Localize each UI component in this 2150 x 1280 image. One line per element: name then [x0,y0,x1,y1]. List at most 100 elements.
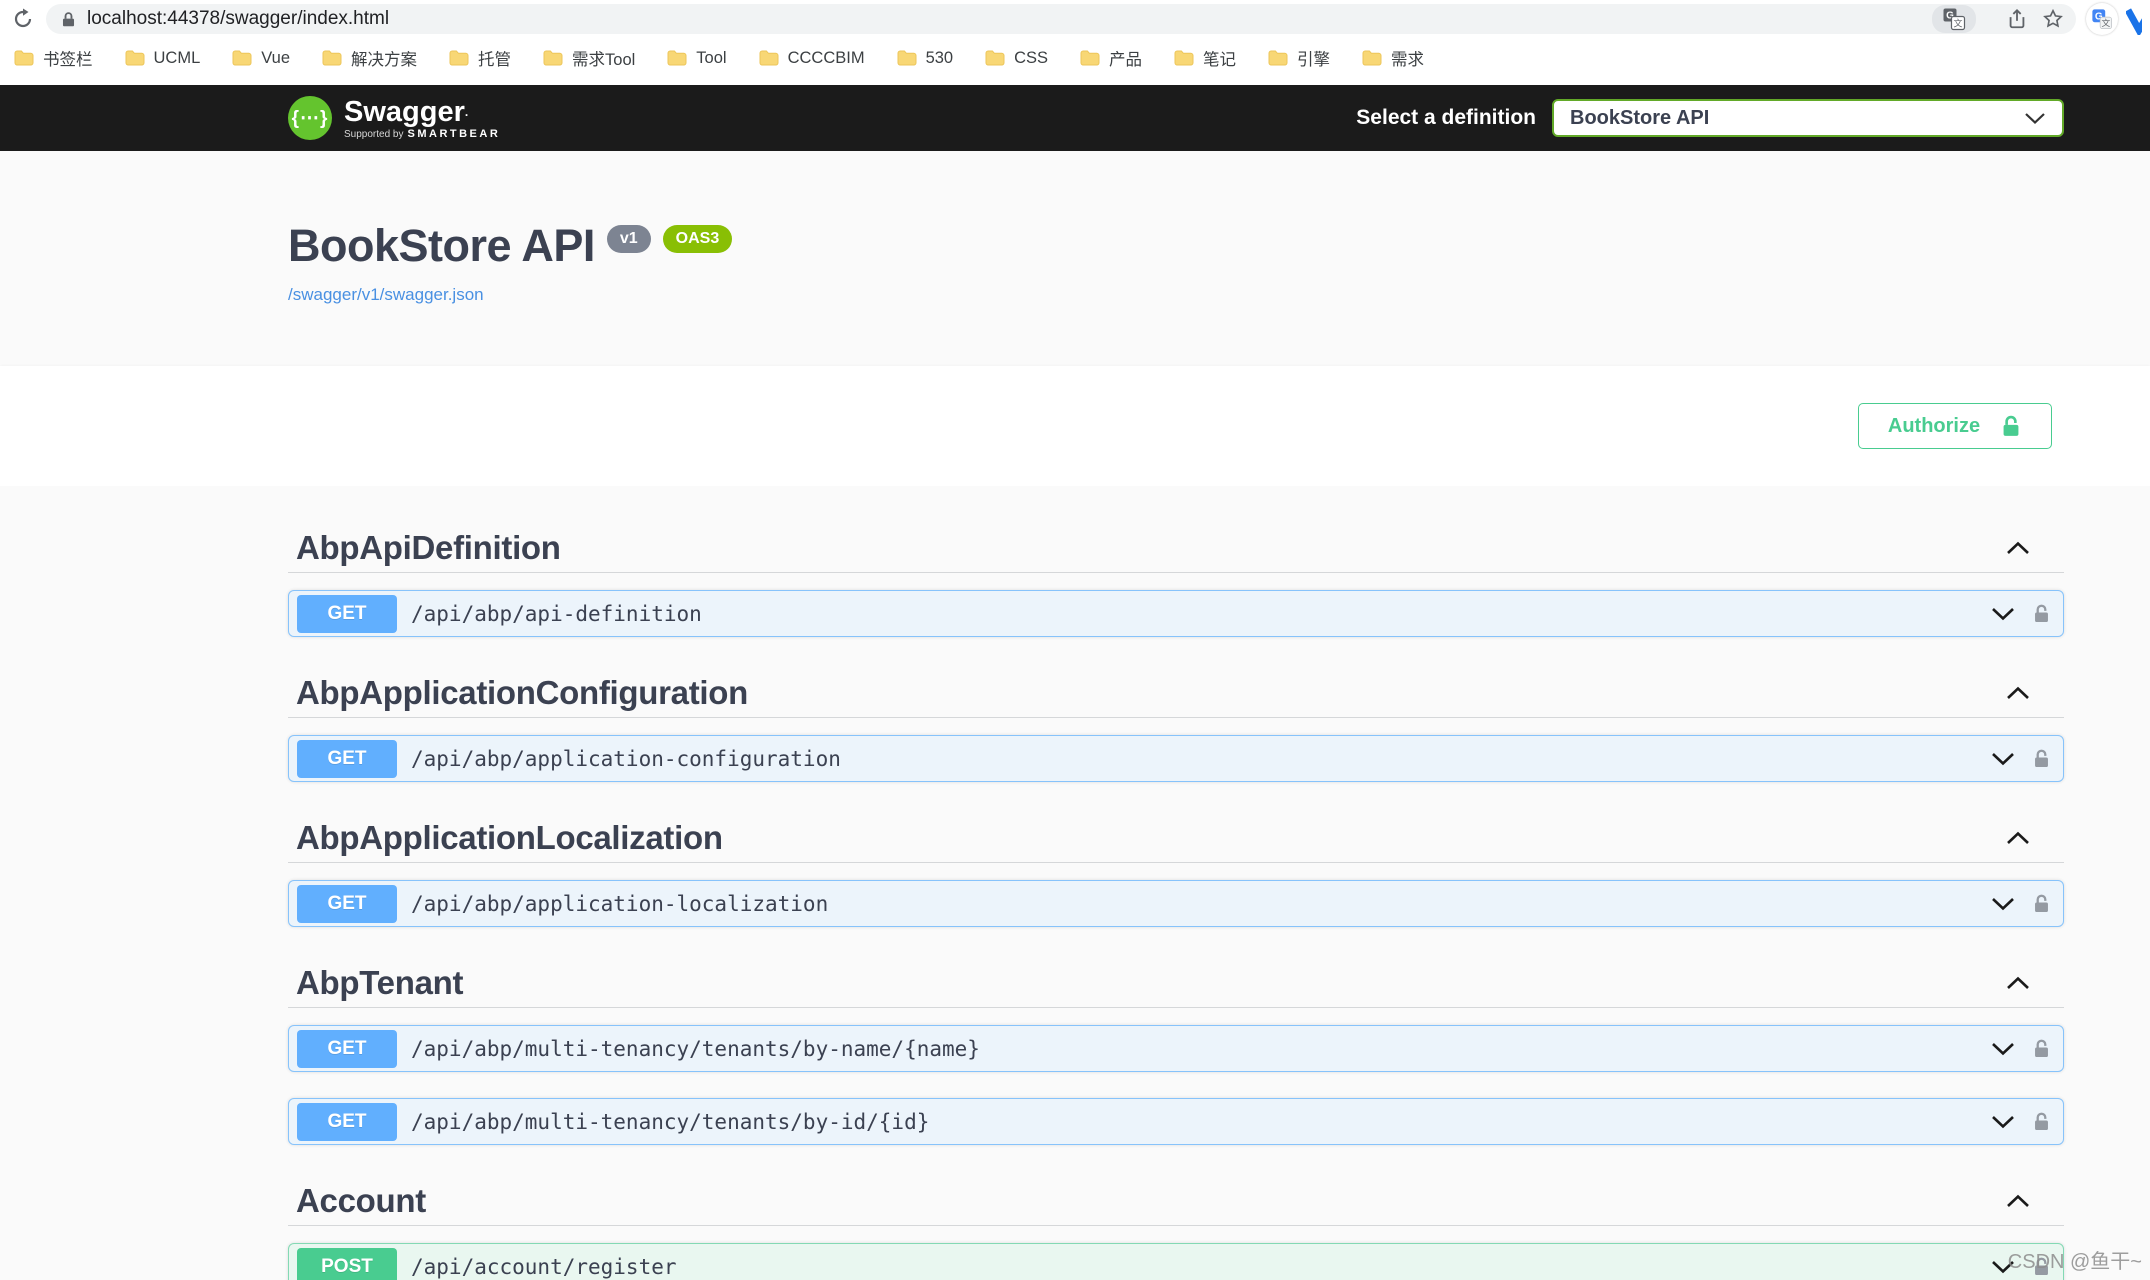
bookmark-folder[interactable]: 托管 [449,46,511,70]
select-definition-label: Select a definition [1356,106,1536,129]
bookmark-folder[interactable]: Tool [667,49,727,68]
extensions-area: G文 [2086,3,2142,35]
expand-chevron-down-icon[interactable] [1991,1115,2015,1129]
bookmark-folder[interactable]: 产品 [1080,46,1142,70]
bookmark-folder[interactable]: 需求 [1362,46,1424,70]
auth-lock-icon[interactable] [2032,893,2051,914]
section-header-abpapplicationlocalization[interactable]: AbpApplicationLocalization [288,819,2064,863]
chevron-down-icon [2025,112,2045,124]
section-header-account[interactable]: Account [288,1182,2064,1226]
operation-row[interactable]: POST /api/account/register [288,1243,2064,1280]
definition-select[interactable]: BookStore API [1552,99,2064,137]
folder-icon [1268,50,1288,66]
bookmark-folder[interactable]: 530 [897,49,953,68]
operation-path: /api/abp/api-definition [411,601,702,626]
auth-lock-icon[interactable] [2032,603,2051,624]
smartbear-tagline: Supported by SMARTBEAR [344,127,501,140]
folder-icon [897,50,917,66]
bookmark-folder[interactable]: 引擎 [1268,46,1330,70]
folder-icon [1080,50,1100,66]
bookmark-folder[interactable]: CSS [985,49,1048,68]
method-badge: GET [297,884,397,923]
folder-icon [543,50,563,66]
collapse-chevron-up-icon[interactable] [2006,831,2030,845]
info-section: BookStore API v1 OAS3 /swagger/v1/swagge… [0,151,2150,366]
section-title: Account [296,1182,426,1219]
chrome-divider [0,78,2150,85]
expand-chevron-down-icon[interactable] [1991,897,2015,911]
folder-icon [985,50,1005,66]
authorize-button[interactable]: Authorize [1858,403,2052,449]
spec-json-link[interactable]: /swagger/v1/swagger.json [288,285,484,305]
operation-row[interactable]: GET /api/abp/api-definition [288,590,2064,637]
section-header-abptenant[interactable]: AbpTenant [288,964,2064,1008]
bookmark-folder[interactable]: 需求Tool [543,46,635,70]
unlock-icon [2003,415,2019,436]
folder-icon [125,50,144,66]
url-text[interactable]: localhost:44378/swagger/index.html [87,8,389,30]
auth-lock-icon[interactable] [2032,1111,2051,1132]
bookmark-folder[interactable]: UCML [125,49,200,68]
operation-path: /api/abp/application-configuration [411,746,841,771]
swagger-logo-icon: {⋯} [288,96,332,140]
folder-icon [759,50,779,66]
expand-chevron-down-icon[interactable] [1991,752,2015,766]
swagger-logo: {⋯} Swagger Supported bySMARTBEAR [288,96,500,140]
collapse-chevron-up-icon[interactable] [2006,976,2030,990]
api-section: AbpApplicationLocalization GET /api/abp/… [288,819,2064,927]
bookmark-folder[interactable]: Vue [232,49,290,68]
swagger-topbar: {⋯} Swagger Supported bySMARTBEAR Select… [0,85,2150,151]
operation-path: /api/abp/application-localization [411,891,829,916]
operation-path: /api/account/register [411,1254,677,1279]
reload-icon[interactable] [10,6,36,32]
clipped-extension-icon[interactable] [2126,3,2142,35]
translate-page-icon[interactable]: G文 [1932,5,1976,33]
folder-icon [232,50,252,66]
operation-row[interactable]: GET /api/abp/application-configuration [288,735,2064,782]
bookmarks-bar: 书签栏 UCML Vue 解决方案 托管 需求Tool Tool CCCCBIM… [0,38,2150,78]
bookmark-folder[interactable]: 笔记 [1174,46,1236,70]
auth-lock-icon[interactable] [2032,748,2051,769]
section-header-abpapplicationconfiguration[interactable]: AbpApplicationConfiguration [288,674,2064,718]
share-icon[interactable] [2006,8,2028,30]
operation-row[interactable]: GET /api/abp/multi-tenancy/tenants/by-id… [288,1098,2064,1145]
section-title: AbpApiDefinition [296,529,561,566]
folder-icon [322,50,342,66]
bookmark-star-icon[interactable] [2042,8,2064,30]
section-header-abpapidefinition[interactable]: AbpApiDefinition [288,529,2064,573]
scheme-container: Authorize [0,366,2150,486]
api-section: AbpApiDefinition GET /api/abp/api-defini… [288,529,2064,637]
auth-lock-icon[interactable] [2032,1038,2051,1059]
section-title: AbpTenant [296,964,464,1001]
oas3-badge: OAS3 [662,225,733,253]
collapse-chevron-up-icon[interactable] [2006,686,2030,700]
svg-text:文: 文 [2102,17,2111,28]
operation-row[interactable]: GET /api/abp/application-localization [288,880,2064,927]
selected-definition: BookStore API [1570,106,1710,129]
csdn-watermark: CSDN @鱼干~ [2007,1251,2142,1273]
operation-path: /api/abp/multi-tenancy/tenants/by-id/{id… [411,1109,930,1134]
api-section: Account POST /api/account/register [288,1182,2064,1280]
api-section: AbpTenant GET /api/abp/multi-tenancy/ten… [288,964,2064,1145]
expand-chevron-down-icon[interactable] [1991,1042,2015,1056]
collapse-chevron-up-icon[interactable] [2006,541,2030,555]
page-title: BookStore API [288,220,595,271]
bookmark-folder[interactable]: 解决方案 [322,46,417,70]
expand-chevron-down-icon[interactable] [1991,607,2015,621]
folder-icon [449,50,469,66]
folder-icon [1362,50,1382,66]
https-lock-icon[interactable] [60,10,77,29]
method-badge: GET [297,739,397,778]
section-title: AbpApplicationConfiguration [296,674,748,711]
address-bar[interactable]: localhost:44378/swagger/index.html G文 [46,4,2076,34]
bookmark-folder[interactable]: CCCCBIM [759,49,865,68]
operation-row[interactable]: GET /api/abp/multi-tenancy/tenants/by-na… [288,1025,2064,1072]
collapse-chevron-up-icon[interactable] [2006,1194,2030,1208]
operation-path: /api/abp/multi-tenancy/tenants/by-name/{… [411,1036,980,1061]
method-badge: GET [297,1029,397,1068]
swagger-logo-text: Swagger [344,97,500,127]
translate-extension-icon[interactable]: G文 [2086,3,2118,35]
section-title: AbpApplicationLocalization [296,819,723,856]
method-badge: GET [297,1102,397,1141]
bookmark-folder[interactable]: 书签栏 [14,46,93,70]
